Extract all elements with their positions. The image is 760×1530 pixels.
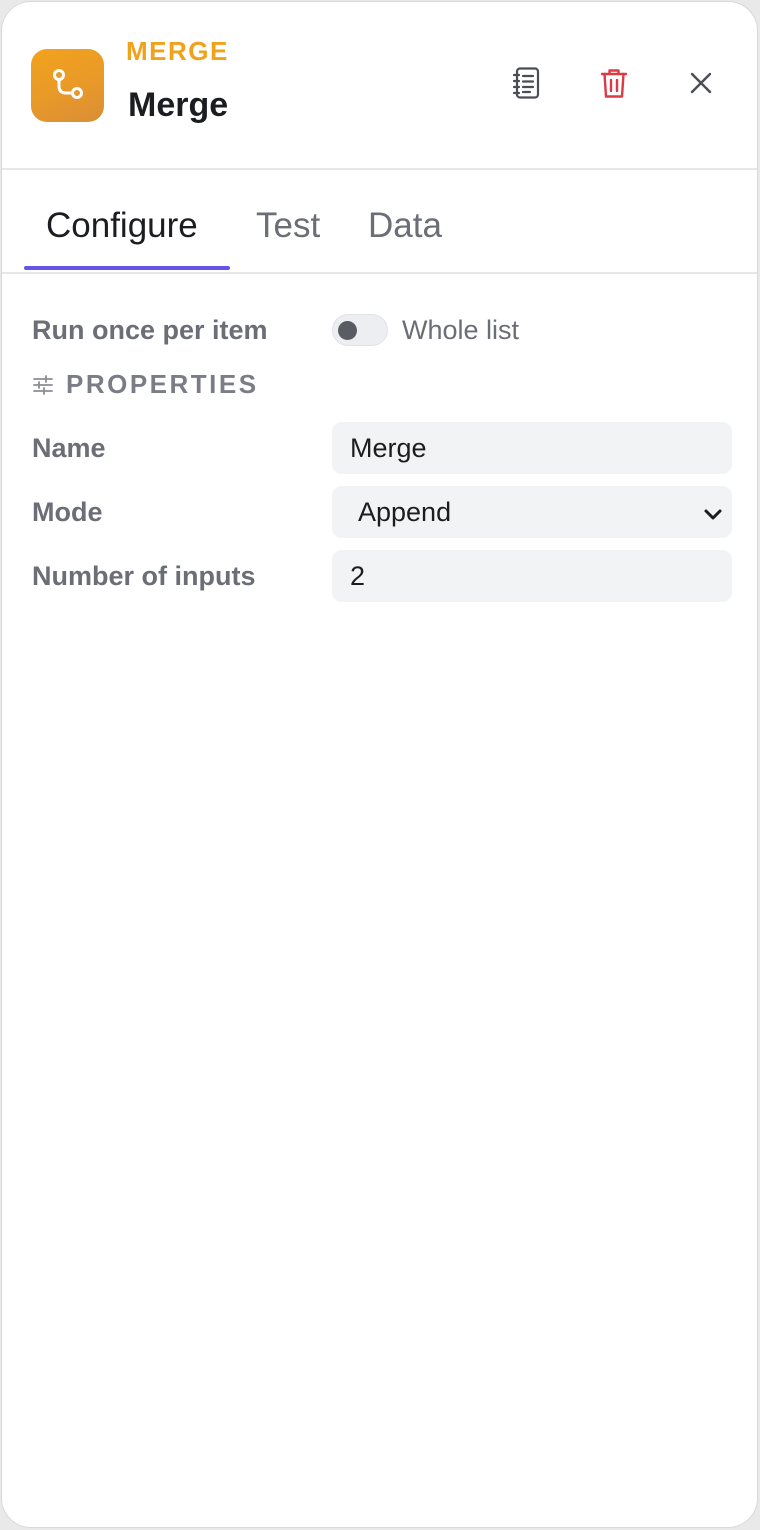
active-tab-indicator [24, 266, 230, 270]
name-field-label: Name [32, 433, 106, 463]
close-icon [689, 71, 713, 100]
toggle-knob [338, 321, 357, 340]
number-of-inputs-field[interactable]: 2 [332, 550, 732, 602]
docs-button[interactable] [504, 62, 550, 108]
mode-field-label: Mode [32, 497, 103, 527]
node-type-label: MERGE [126, 36, 229, 66]
close-button[interactable] [678, 62, 724, 108]
docs-icon [512, 66, 542, 105]
delete-button[interactable] [591, 62, 637, 108]
tab-configure[interactable]: Configure [46, 206, 198, 246]
inputs-field-label: Number of inputs [32, 561, 256, 591]
tab-test[interactable]: Test [256, 206, 320, 246]
tab-bar: Configure Test Data [2, 170, 757, 274]
sliders-icon [32, 375, 54, 395]
trash-icon [600, 67, 628, 104]
merge-branch-icon [31, 49, 104, 122]
run-mode-label: Run once per item [32, 315, 268, 345]
tab-data[interactable]: Data [368, 206, 442, 246]
node-config-panel: MERGE Merge Configure Test Data Run once… [1, 1, 758, 1528]
name-field[interactable]: Merge [332, 422, 732, 474]
node-title: Merge [128, 86, 229, 124]
mode-select-value: Append [358, 496, 452, 527]
whole-list-toggle[interactable] [332, 314, 388, 346]
chevron-down-icon [702, 501, 724, 523]
mode-select[interactable]: Append [332, 486, 732, 538]
whole-list-label: Whole list [402, 315, 520, 345]
properties-heading: PROPERTIES [66, 369, 259, 399]
panel-header: MERGE Merge [2, 2, 757, 170]
